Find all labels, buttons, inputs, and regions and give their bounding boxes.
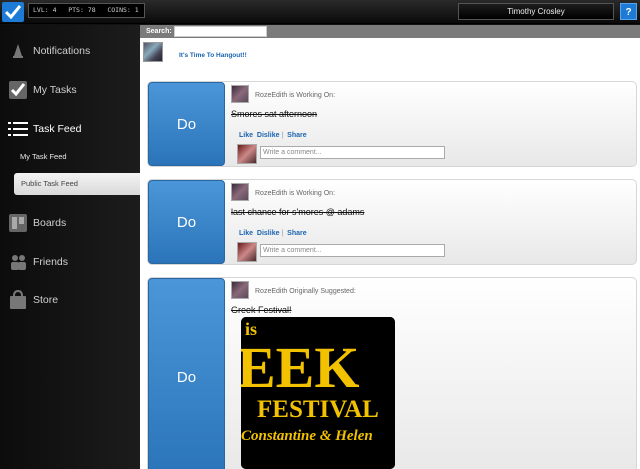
- avatar[interactable]: [231, 183, 249, 201]
- sidebar-item-notifications[interactable]: Notifications: [0, 39, 140, 63]
- user-name-button[interactable]: Timothy Crosley: [458, 3, 614, 20]
- dislike-link[interactable]: Dislike: [257, 132, 280, 139]
- feed-actions: Like Dislike | Share: [239, 132, 307, 139]
- comment-input[interactable]: Write a comment...: [260, 146, 445, 159]
- boards-icon: [7, 212, 29, 234]
- separator: |: [281, 230, 284, 237]
- friends-icon: [7, 251, 29, 273]
- search-input[interactable]: [173, 26, 267, 37]
- task-title[interactable]: Smores sat afternoon: [231, 109, 317, 119]
- task-title[interactable]: Greek Festival!: [231, 305, 292, 315]
- main-content: Search: It's Time To Hangout!! Do RozeEd…: [140, 25, 640, 469]
- hangout-thumbnail[interactable]: [143, 42, 163, 62]
- sidebar-item-label: Store: [33, 294, 59, 306]
- do-button[interactable]: Do: [148, 82, 225, 166]
- sidebar: Notifications My Tasks Task Feed My Task…: [0, 25, 140, 469]
- shopping-bag-icon: [7, 289, 29, 311]
- feed-item-meta: RozeEdith Originally Suggested:: [255, 288, 356, 295]
- sidebar-item-store[interactable]: Store: [0, 288, 140, 312]
- sidebar-subitem-public-task-feed[interactable]: Public Task Feed: [14, 173, 140, 195]
- avatar[interactable]: [231, 281, 249, 299]
- poster-line3: FESTIVAL: [257, 396, 379, 423]
- poster-line4: Constantine & Helen: [241, 428, 373, 444]
- feed-actions: Like Dislike | Share: [239, 230, 307, 237]
- avatar[interactable]: [231, 85, 249, 103]
- search-label: Search:: [146, 28, 172, 35]
- share-link[interactable]: Share: [287, 230, 306, 237]
- sidebar-item-label: My Tasks: [33, 84, 77, 96]
- separator: |: [281, 132, 284, 139]
- like-link[interactable]: Like: [239, 230, 253, 237]
- poster-line2: EEK: [241, 335, 360, 400]
- hangout-banner: It's Time To Hangout!!: [143, 42, 247, 62]
- comment-input[interactable]: Write a comment...: [260, 244, 445, 257]
- sidebar-item-friends[interactable]: Friends: [0, 250, 140, 274]
- list-icon: [7, 118, 29, 140]
- dislike-link[interactable]: Dislike: [257, 230, 280, 237]
- bell-icon: [7, 40, 29, 62]
- event-poster-image[interactable]: is EEK FESTIVAL Constantine & Helen: [241, 317, 395, 469]
- sidebar-item-my-tasks[interactable]: My Tasks: [0, 78, 140, 102]
- feed-item-meta: RozeEdith is Working On:: [255, 190, 336, 197]
- feed-item-meta: RozeEdith is Working On:: [255, 92, 336, 99]
- sidebar-item-label: Task Feed: [33, 123, 82, 135]
- sidebar-item-boards[interactable]: Boards: [0, 211, 140, 235]
- do-button[interactable]: Do: [148, 180, 225, 264]
- feed-item: Do RozeEdith is Working On: last chance …: [147, 179, 637, 265]
- checkmark-logo-icon[interactable]: [2, 2, 24, 22]
- share-link[interactable]: Share: [287, 132, 306, 139]
- like-link[interactable]: Like: [239, 132, 253, 139]
- sidebar-item-task-feed[interactable]: Task Feed: [0, 117, 140, 141]
- top-bar: LVL: 4 PTS: 78 COINS: 1 Timothy Crosley …: [0, 0, 640, 24]
- help-button[interactable]: ?: [620, 3, 637, 20]
- sidebar-subitem-my-task-feed[interactable]: My Task Feed: [20, 152, 67, 161]
- search-bar: Search:: [140, 25, 640, 38]
- task-title[interactable]: last chance for s'mores @ adams: [231, 207, 364, 217]
- player-stats: LVL: 4 PTS: 78 COINS: 1: [28, 3, 145, 18]
- sidebar-item-label: Friends: [33, 256, 69, 268]
- sidebar-item-label: Notifications: [33, 45, 91, 57]
- commenter-avatar: [237, 242, 257, 262]
- checkbox-icon: [7, 79, 29, 101]
- feed-item: Do RozeEdith Originally Suggested: Greek…: [147, 277, 637, 469]
- sidebar-item-label: Boards: [33, 217, 67, 229]
- commenter-avatar: [237, 144, 257, 164]
- do-button[interactable]: Do: [148, 278, 225, 469]
- feed-item: Do RozeEdith is Working On: Smores sat a…: [147, 81, 637, 167]
- hangout-link[interactable]: It's Time To Hangout!!: [179, 52, 247, 59]
